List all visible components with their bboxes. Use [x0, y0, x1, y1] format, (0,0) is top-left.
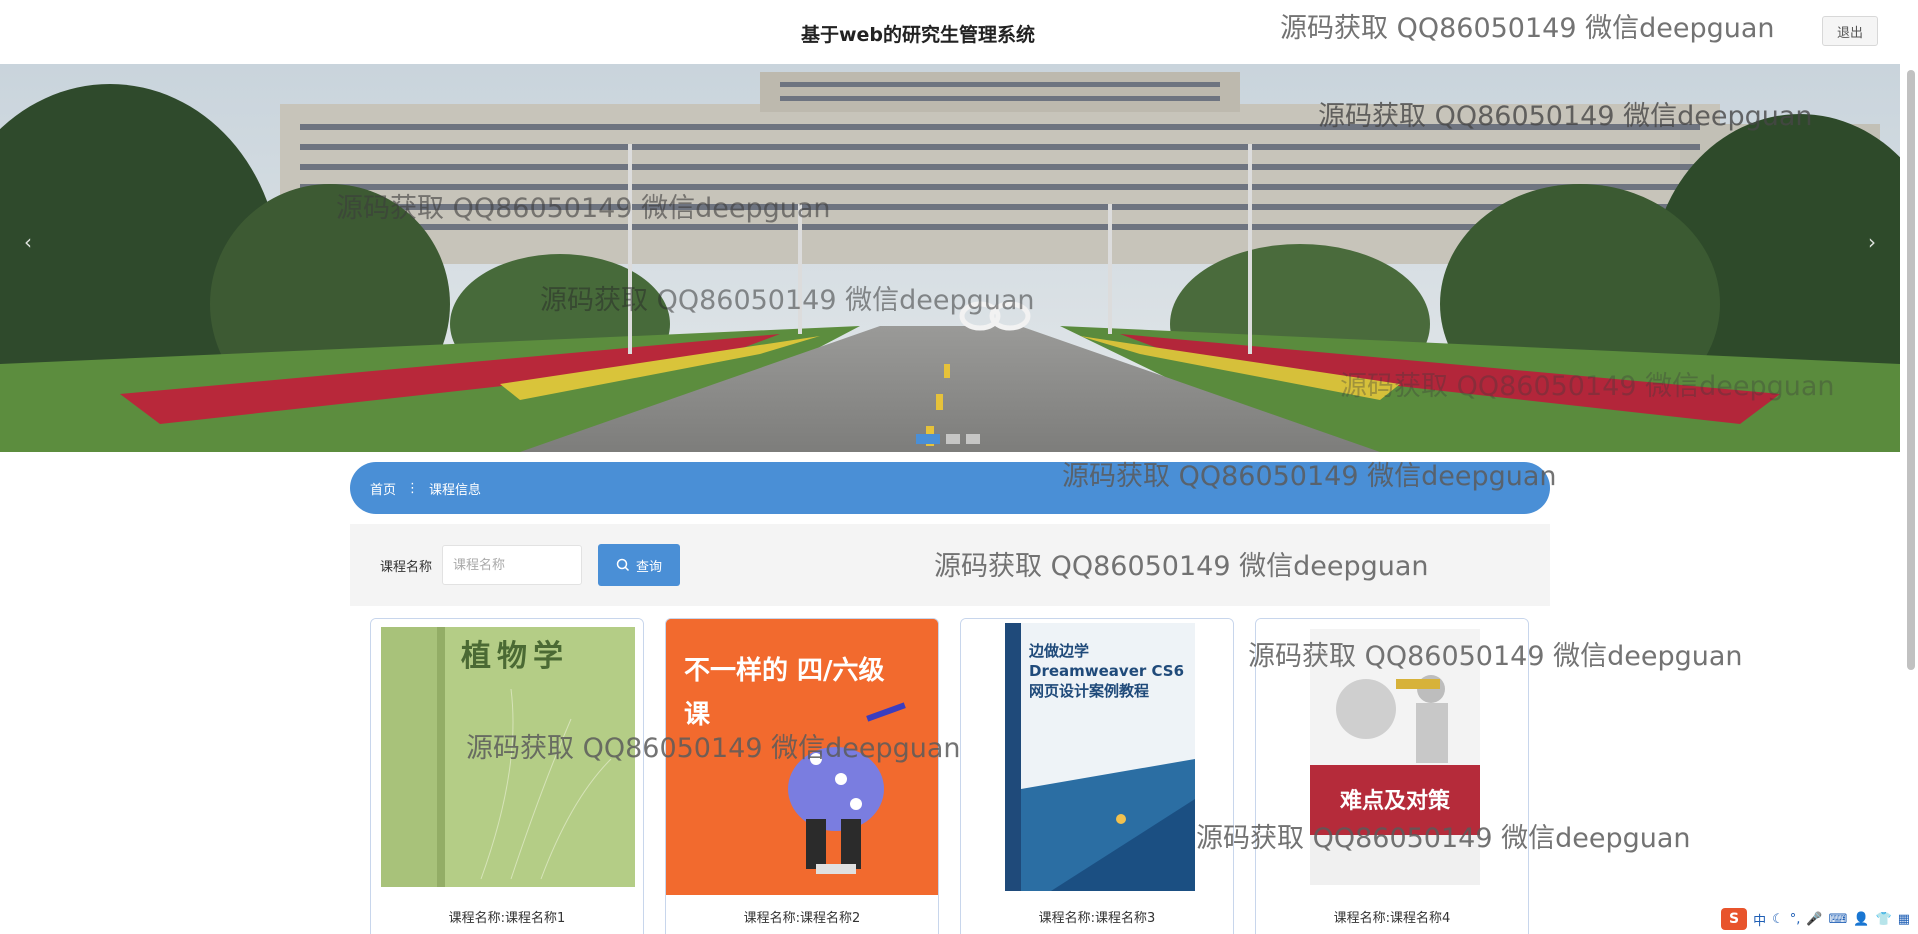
logout-button[interactable]: 退出 [1822, 16, 1878, 46]
search-icon [616, 558, 630, 572]
search-button[interactable]: 查询 [598, 544, 681, 586]
course-title: 课程名称:课程名称1 [448, 911, 566, 926]
search-button-label: 查询 [636, 558, 663, 574]
course-cover-text: 边做边学 Dreamweaver CS6 网页设计案例教程 [1029, 642, 1185, 700]
course-cover-image: 难点及对策 [1256, 619, 1528, 895]
header: 基于web的研究生管理系统 退出 [0, 0, 1900, 64]
course-cover-image: 边做边学 Dreamweaver CS6 网页设计案例教程 [961, 619, 1233, 895]
carousel-indicators [916, 434, 980, 444]
breadcrumb-current: 课程信息 [429, 482, 482, 498]
keyboard-icon[interactable]: ⌨ [1829, 912, 1848, 927]
grid-icon[interactable]: ▦ [1898, 912, 1910, 927]
carousel-next-arrow[interactable]: › [1868, 230, 1876, 254]
course-title: 课程名称:课程名称2 [743, 911, 861, 926]
banner-carousel: ‹ › [0, 64, 1900, 452]
page: 基于web的研究生管理系统 退出 ‹ › 首页 ⋮ 课程信息 课程名称 课程名称… [0, 0, 1918, 934]
carousel-indicator-2[interactable] [946, 434, 960, 444]
page-scrollbar[interactable] [1907, 70, 1915, 670]
breadcrumb: 首页 ⋮ 课程信息 [350, 462, 1550, 514]
moon-icon[interactable]: ☾ [1772, 912, 1784, 927]
search-label: 课程名称 [380, 559, 433, 575]
course-cover-image: 植物学 [371, 619, 643, 895]
breadcrumb-home[interactable]: 首页 [370, 479, 396, 498]
course-card[interactable]: 难点及对策 课程名称:课程名称4 [1255, 618, 1529, 934]
user-icon[interactable]: 👤 [1853, 912, 1869, 927]
course-cover-text: 难点及对策 [1339, 789, 1450, 814]
carousel-indicator-3[interactable] [966, 434, 980, 444]
punctuation-icon[interactable]: °, [1790, 912, 1801, 927]
shirt-icon[interactable]: 👕 [1876, 912, 1892, 927]
microphone-icon[interactable]: 🎤 [1806, 912, 1822, 927]
course-cover-image: 不一样的 四/六级课 [666, 619, 938, 895]
course-card[interactable]: 边做边学 Dreamweaver CS6 网页设计案例教程 课程名称:课程名称3 [960, 618, 1234, 934]
course-title: 课程名称:课程名称3 [1038, 911, 1156, 926]
site-title: 基于web的研究生管理系统 [800, 24, 1036, 46]
search-area: 课程名称 查询 [350, 524, 1550, 606]
course-cover-text: 植物学 [461, 639, 569, 674]
ime-logo-icon: S [1721, 908, 1748, 930]
course-name-search-input[interactable] [442, 545, 583, 585]
course-cover-text: 不一样的 四/六级课 [684, 656, 885, 730]
campus-building-image [0, 64, 1900, 452]
ime-toolbar[interactable]: S 中 ☾ °, 🎤 ⌨ 👤 👕 ▦ [1717, 906, 1914, 932]
course-list: 植物学 课程名称:课程名称1 不一样的 四/六级课 课程名称:课程名称2 边做边… [370, 618, 1529, 934]
course-title: 课程名称:课程名称4 [1333, 911, 1451, 926]
carousel-indicator-1[interactable] [916, 434, 940, 444]
course-card[interactable]: 不一样的 四/六级课 课程名称:课程名称2 [665, 618, 939, 934]
breadcrumb-separator: ⋮ [406, 480, 420, 496]
carousel-prev-arrow[interactable]: ‹ [24, 230, 32, 254]
course-card[interactable]: 植物学 课程名称:课程名称1 [370, 618, 644, 934]
ime-language-toggle[interactable]: 中 [1753, 910, 1766, 929]
